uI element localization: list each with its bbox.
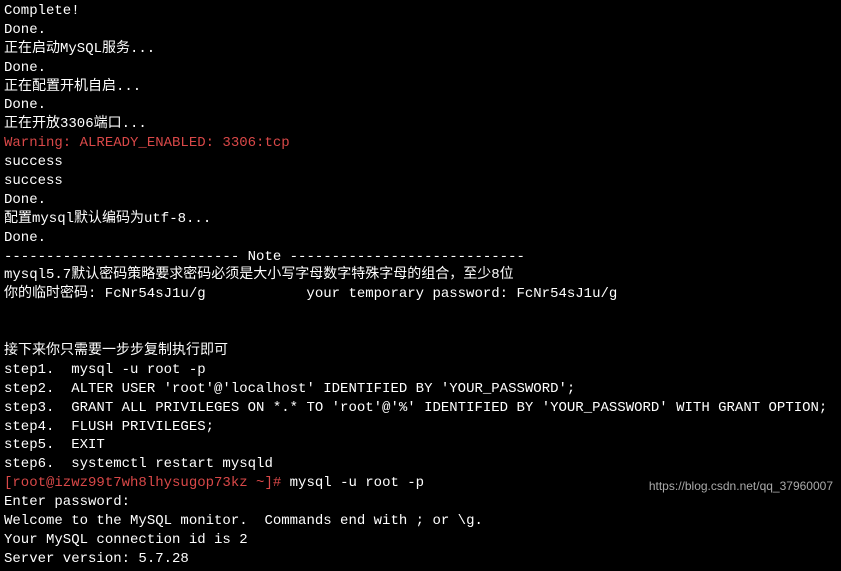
terminal-line: 配置mysql默认编码为utf-8... [4, 210, 837, 229]
terminal-line: step6. systemctl restart mysqld [4, 455, 837, 474]
terminal-line [4, 323, 837, 342]
terminal-line: Warning: ALREADY_ENABLED: 3306:tcp [4, 134, 837, 153]
terminal-line: ---------------------------- Note ------… [4, 248, 837, 267]
terminal-line: Server version: 5.7.28 [4, 550, 837, 569]
terminal-line: Enter password: [4, 493, 837, 512]
shell-command: mysql -u root -p [290, 475, 424, 491]
terminal-line: Done. [4, 191, 837, 210]
terminal-line [4, 304, 837, 323]
terminal-line: Complete! [4, 2, 837, 21]
terminal-line: Done. [4, 229, 837, 248]
terminal-line: 正在开放3306端口... [4, 115, 837, 134]
terminal-line: Done. [4, 96, 837, 115]
watermark-text: https://blog.csdn.net/qq_37960007 [649, 478, 833, 494]
terminal-line: Done. [4, 59, 837, 78]
terminal-line: step4. FLUSH PRIVILEGES; [4, 418, 837, 437]
terminal-line: step5. EXIT [4, 436, 837, 455]
terminal-line: step3. GRANT ALL PRIVILEGES ON *.* TO 'r… [4, 399, 837, 418]
terminal-line: 正在启动MySQL服务... [4, 40, 837, 59]
terminal-line: step2. ALTER USER 'root'@'localhost' IDE… [4, 380, 837, 399]
terminal-line: step1. mysql -u root -p [4, 361, 837, 380]
terminal-line: 正在配置开机自启... [4, 78, 837, 97]
terminal-line: mysql5.7默认密码策略要求密码必须是大小写字母数字特殊字母的组合，至少8位 [4, 266, 837, 285]
terminal-line: Welcome to the MySQL monitor. Commands e… [4, 512, 837, 531]
terminal-line: Your MySQL connection id is 2 [4, 531, 837, 550]
terminal-line: 你的临时密码: FcNr54sJ1u/g your temporary pass… [4, 285, 837, 304]
shell-prompt: [root@izwz99t7wh8lhysugop73kz ~]# [4, 475, 290, 491]
terminal-line: success [4, 153, 837, 172]
terminal-line: success [4, 172, 837, 191]
terminal-line: Done. [4, 21, 837, 40]
terminal-line: 接下来你只需要一步步复制执行即可 [4, 342, 837, 361]
